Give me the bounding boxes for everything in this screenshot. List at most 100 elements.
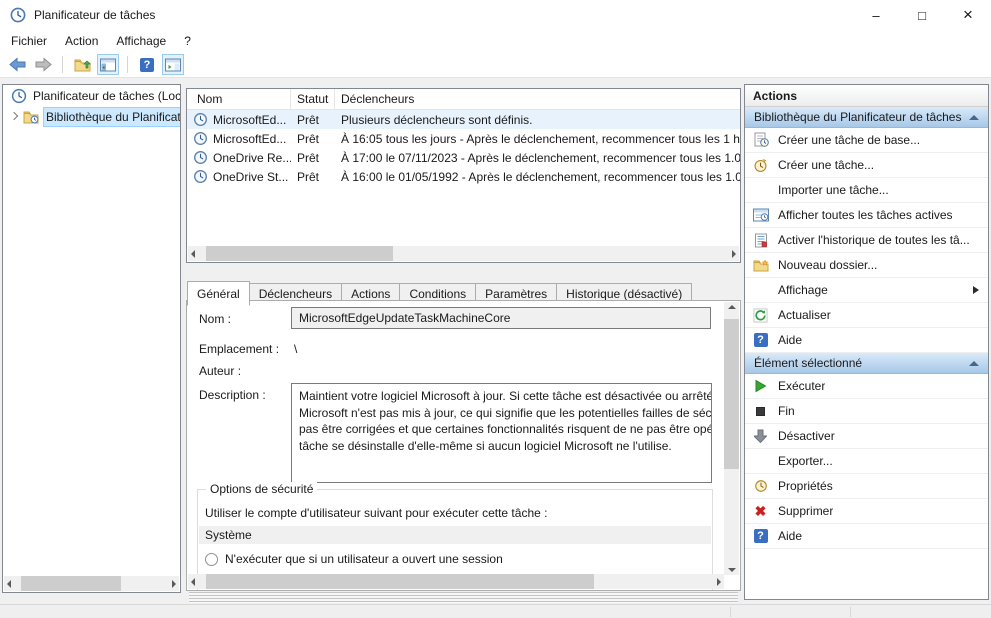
task-clock-icon — [193, 150, 209, 166]
menu-affichage[interactable]: Affichage — [107, 31, 175, 51]
help-icon: ? — [752, 528, 769, 544]
action-new-folder[interactable]: Nouveau dossier... — [745, 253, 988, 278]
task-row[interactable]: OneDrive St... Prêt À 16:00 le 01/05/199… — [187, 167, 740, 186]
task-list-panel: Nom Statut Déclencheurs MicrosoftEd... P… — [186, 88, 741, 263]
close-button[interactable]: × — [945, 0, 991, 30]
task-status: Prêt — [291, 170, 335, 184]
forward-icon[interactable] — [32, 54, 54, 75]
action-create-task[interactable]: Créer une tâche... — [745, 153, 988, 178]
menu-action[interactable]: Action — [56, 31, 107, 51]
enable-history-icon — [752, 232, 769, 248]
description-field[interactable]: Maintient votre logiciel Microsoft à jou… — [291, 383, 712, 483]
action-label: Actualiser — [778, 308, 831, 322]
task-status: Prêt — [291, 151, 335, 165]
task-row[interactable]: OneDrive Re... Prêt À 17:00 le 07/11/202… — [187, 148, 740, 167]
action-create-basic-task[interactable]: Créer une tâche de base... — [745, 128, 988, 153]
action-import-task[interactable]: Importer une tâche... — [745, 178, 988, 203]
scrollbar-thumb[interactable] — [206, 246, 393, 261]
action-proprietes[interactable]: Propriétés — [745, 474, 988, 499]
action-aide-library[interactable]: ? Aide — [745, 328, 988, 353]
column-header-nom[interactable]: Nom — [187, 89, 291, 109]
disable-icon — [752, 428, 769, 444]
logged-on-only-option[interactable]: N'exécuter que si un utilisateur a ouver… — [205, 552, 503, 566]
back-icon[interactable] — [6, 54, 28, 75]
task-row[interactable]: MicrosoftEd... Prêt Plusieurs déclencheu… — [187, 110, 740, 129]
task-status: Prêt — [291, 113, 335, 127]
menu-fichier[interactable]: Fichier — [2, 31, 56, 51]
minimize-button[interactable]: – — [853, 0, 899, 30]
maximize-button[interactable]: □ — [899, 0, 945, 30]
library-group-header[interactable]: Bibliothèque du Planificateur de tâches — [745, 107, 988, 128]
action-label: Exporter... — [778, 454, 833, 468]
collapse-arrow-icon[interactable] — [969, 115, 979, 120]
create-basic-task-icon — [752, 132, 769, 148]
scroll-left-icon[interactable] — [188, 246, 203, 261]
task-name-field[interactable]: MicrosoftEdgeUpdateTaskMachineCore — [291, 307, 711, 329]
new-folder-icon — [752, 257, 769, 273]
action-aide-selected[interactable]: ? Aide — [745, 524, 988, 549]
tab-general[interactable]: Général — [187, 281, 250, 306]
action-exporter[interactable]: Exporter... — [745, 449, 988, 474]
scroll-up-icon[interactable] — [724, 302, 739, 317]
task-scheduler-app-icon — [10, 7, 26, 23]
task-triggers: À 17:00 le 07/11/2023 - Après le déclenc… — [335, 151, 740, 165]
scroll-down-icon[interactable] — [724, 560, 739, 575]
description-line: Microsoft n'est pas mis à jour, ce qui s… — [299, 405, 704, 422]
action-actualiser[interactable]: Actualiser — [745, 303, 988, 328]
create-task-icon — [752, 157, 769, 173]
menu-help[interactable]: ? — [175, 31, 200, 51]
emplacement-label: Emplacement : — [199, 342, 279, 356]
account-value: Système — [199, 526, 711, 544]
general-horizontal-scrollbar[interactable] — [188, 574, 724, 589]
window-controls: – □ × — [853, 0, 991, 30]
toolbar: ? — [0, 52, 991, 78]
collapse-arrow-icon[interactable] — [969, 361, 979, 366]
library-group-header-label: Bibliothèque du Planificateur de tâches — [754, 110, 961, 124]
folder-up-icon[interactable] — [71, 54, 93, 75]
emplacement-value: \ — [294, 342, 297, 356]
task-triggers: À 16:05 tous les jours - Après le déclen… — [335, 132, 740, 146]
scroll-left-icon[interactable] — [188, 574, 203, 589]
action-fin[interactable]: Fin — [745, 399, 988, 424]
column-header-statut[interactable]: Statut — [291, 89, 335, 109]
column-header-declencheurs[interactable]: Déclencheurs — [335, 89, 740, 109]
general-vertical-scrollbar[interactable] — [724, 302, 739, 575]
scroll-right-icon[interactable] — [164, 576, 179, 591]
submenu-arrow-icon — [973, 286, 979, 294]
scrollbar-thumb[interactable] — [724, 319, 739, 469]
action-show-active-tasks[interactable]: Afficher toutes les tâches actives — [745, 203, 988, 228]
actions-panel: Actions Bibliothèque du Planificateur de… — [744, 84, 989, 600]
library-folder-icon — [23, 109, 39, 125]
tree-item-root[interactable]: Planificateur de tâches (Local — [3, 85, 180, 106]
show-hide-action-pane-icon[interactable] — [162, 54, 184, 75]
task-list-horizontal-scrollbar[interactable] — [188, 246, 739, 261]
action-supprimer[interactable]: ✖ Supprimer — [745, 499, 988, 524]
action-label: Affichage — [778, 283, 828, 297]
action-executer[interactable]: Exécuter — [745, 374, 988, 399]
tree-horizontal-scrollbar[interactable] — [4, 576, 179, 591]
show-hide-console-tree-icon[interactable] — [97, 54, 119, 75]
tree-item-library[interactable]: Bibliothèque du Planificat — [3, 106, 180, 127]
scrollbar-thumb[interactable] — [21, 576, 121, 591]
scrollbar-thumb[interactable] — [206, 574, 594, 589]
logged-on-only-label: N'exécuter que si un utilisateur a ouver… — [225, 552, 503, 566]
action-enable-history[interactable]: Activer l'historique de toutes les tâ... — [745, 228, 988, 253]
description-label: Description : — [199, 388, 266, 402]
scroll-right-icon[interactable] — [724, 246, 739, 261]
task-row[interactable]: MicrosoftEd... Prêt À 16:05 tous les jou… — [187, 129, 740, 148]
no-icon — [752, 282, 769, 298]
action-label: Créer une tâche de base... — [778, 133, 920, 147]
description-line: tâche se désinstalle d'elle-même si aucu… — [299, 438, 704, 455]
help-icon: ? — [752, 332, 769, 348]
scroll-right-icon[interactable] — [709, 574, 724, 589]
action-desactiver[interactable]: Désactiver — [745, 424, 988, 449]
toolbar-help-icon[interactable]: ? — [136, 54, 158, 75]
selected-item-group-header-label: Élément sélectionné — [754, 356, 862, 370]
scroll-left-icon[interactable] — [4, 576, 19, 591]
no-icon — [752, 182, 769, 198]
action-label: Fin — [778, 404, 795, 418]
selected-item-group-header[interactable]: Élément sélectionné — [745, 353, 988, 374]
radio-button-icon[interactable] — [205, 553, 218, 566]
action-affichage[interactable]: Affichage — [745, 278, 988, 303]
chevron-right-icon[interactable] — [9, 112, 19, 122]
